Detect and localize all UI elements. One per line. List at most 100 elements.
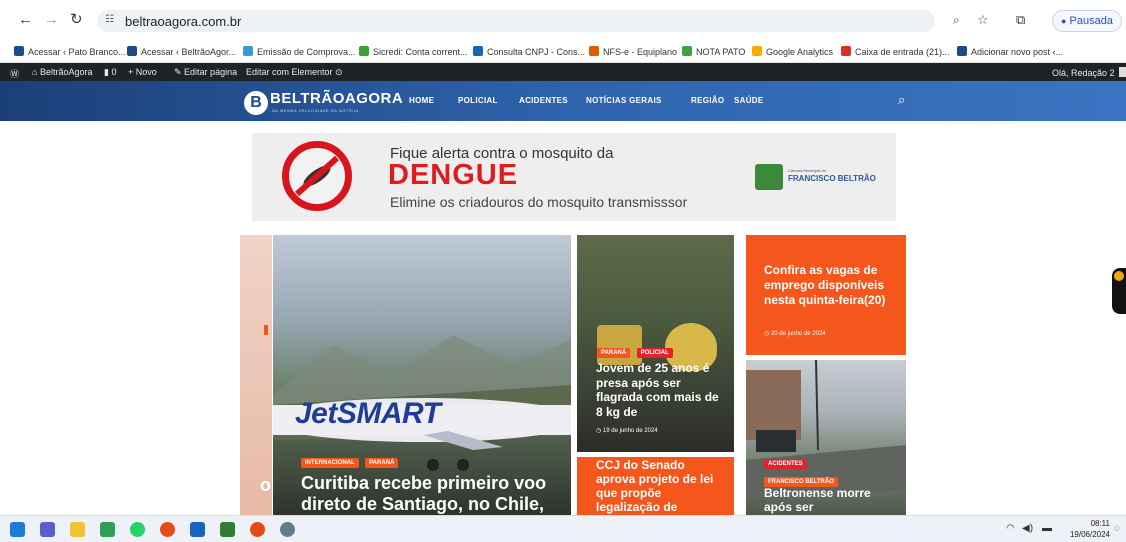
bookmark-favicon-icon bbox=[359, 46, 369, 56]
municipal-seal-icon bbox=[755, 164, 783, 190]
carousel-prev-slide[interactable]: o bbox=[240, 235, 272, 515]
bookmark-item[interactable]: Acessar ‹ BeltrãoAgor... bbox=[127, 46, 236, 57]
site-logo-icon[interactable]: B bbox=[244, 91, 268, 115]
featured-headline[interactable]: Curitiba recebe primeiro voo direto de S… bbox=[301, 473, 569, 515]
admin-account-link[interactable]: Olá, Redação 2 bbox=[1052, 67, 1126, 78]
teams-icon[interactable] bbox=[40, 522, 55, 537]
bookmark-favicon-icon bbox=[243, 46, 253, 56]
bookmark-item[interactable]: Adicionar novo post ‹... bbox=[957, 46, 1063, 57]
article-headline[interactable]: CCJ do Senado aprova projeto de lei que … bbox=[596, 458, 726, 514]
bookmark-item[interactable]: Sicredi: Conta corrent... bbox=[359, 46, 468, 57]
bookmark-favicon-icon bbox=[752, 46, 762, 56]
clock-icon: ◷ bbox=[596, 428, 603, 434]
nav-home[interactable]: HOME bbox=[409, 96, 434, 105]
drive-icon[interactable] bbox=[100, 522, 115, 537]
reload-icon[interactable]: ↻ bbox=[70, 12, 83, 28]
prev-slide-letter: o bbox=[260, 475, 271, 495]
start-menu-icon[interactable] bbox=[10, 522, 25, 537]
address-bar[interactable]: ☷ beltraoagora.com.br ⌕ ☆ bbox=[97, 10, 989, 32]
notification-bell-icon[interactable]: ◌ bbox=[1114, 523, 1120, 534]
bookmark-favicon-icon bbox=[957, 46, 967, 56]
url-text[interactable]: beltraoagora.com.br bbox=[125, 14, 241, 29]
article-card[interactable]: Confira as vagas de emprego disponíveis … bbox=[746, 235, 906, 355]
chrome-icon[interactable] bbox=[160, 522, 175, 537]
site-logo-text[interactable]: BELTRÃOAGORA bbox=[270, 90, 403, 107]
bookmark-favicon-icon bbox=[127, 46, 137, 56]
banner-org: FRANCISCO BELTRÃO bbox=[788, 174, 876, 183]
tag-badge[interactable]: POLICIAL bbox=[636, 348, 673, 358]
file-explorer-icon[interactable] bbox=[70, 522, 85, 537]
plane-livery-text: JetSMART bbox=[295, 397, 441, 430]
bookmark-favicon-icon bbox=[682, 46, 692, 56]
search-icon[interactable]: ⌕ bbox=[898, 92, 905, 108]
bookmark-item[interactable]: Acessar ‹ Pato Branco... bbox=[14, 46, 126, 57]
system-clock[interactable]: 08:11 19/06/2024 bbox=[1064, 518, 1110, 540]
sheets-icon[interactable] bbox=[220, 522, 235, 537]
nav-noticias-gerais[interactable]: NOTÍCIAS GERAIS bbox=[586, 96, 662, 105]
banner-highlight: DENGUE bbox=[388, 159, 519, 191]
volume-icon[interactable]: ◀) bbox=[1022, 523, 1033, 534]
profile-icon: ● bbox=[1061, 16, 1067, 26]
nav-regiao[interactable]: REGIÃO bbox=[691, 96, 724, 105]
side-widget-tab[interactable] bbox=[1112, 268, 1126, 314]
settings-gear-icon[interactable] bbox=[280, 522, 295, 537]
chrome-profile-icon[interactable] bbox=[250, 522, 265, 537]
wordpress-logo-icon[interactable]: Ⓦ bbox=[10, 67, 19, 80]
plus-icon: + bbox=[128, 67, 136, 77]
article-card[interactable]: CCJ do Senado aprova projeto de lei que … bbox=[577, 457, 734, 515]
admin-edit-page-link[interactable]: ✎ Editar página bbox=[174, 67, 237, 78]
tag-badge[interactable]: PARANÁ bbox=[597, 348, 631, 358]
wifi-icon[interactable]: ◠ bbox=[1006, 523, 1015, 534]
bookmark-item[interactable]: NOTA PATO bbox=[682, 46, 745, 57]
outlook-icon[interactable] bbox=[190, 522, 205, 537]
site-logo-tagline: NA MESMA VELOCIDADE DA NOTÍCIA bbox=[272, 108, 359, 113]
whatsapp-icon[interactable] bbox=[130, 522, 145, 537]
article-tags: ACIDENTES FRANCISCO BELTRÃO bbox=[764, 452, 840, 488]
bookmark-item[interactable]: Emissão de Comprova... bbox=[243, 46, 356, 57]
profile-button[interactable]: ● Pausada bbox=[1052, 10, 1122, 32]
home-icon: ⌂ bbox=[32, 67, 40, 77]
battery-icon[interactable]: ▬ bbox=[1042, 523, 1052, 534]
admin-comments-link[interactable]: ▮ 0 bbox=[104, 67, 116, 78]
bookmark-item[interactable]: NFS-e - Equiplano bbox=[589, 46, 677, 57]
nav-policial[interactable]: POLICIAL bbox=[458, 96, 498, 105]
site-header: B BELTRÃOAGORA NA MESMA VELOCIDADE DA NO… bbox=[0, 81, 1126, 121]
bookmark-item[interactable]: Google Analytics bbox=[752, 46, 833, 57]
site-info-icon[interactable]: ☷ bbox=[105, 14, 119, 28]
bookmark-favicon-icon bbox=[589, 46, 599, 56]
admin-site-link[interactable]: ⌂ BeltrãoAgora bbox=[32, 67, 92, 77]
bookmark-item[interactable]: Consulta CNPJ - Cons... bbox=[473, 46, 585, 57]
banner-org-small: Câmara Municipal de bbox=[788, 168, 826, 173]
admin-elementor-link[interactable]: Editar com Elementor ⊙ bbox=[246, 67, 343, 78]
article-headline[interactable]: Confira as vagas de emprego disponíveis … bbox=[764, 263, 899, 308]
os-taskbar: ◠ ◀) ▬ 08:11 19/06/2024 ◌ bbox=[0, 515, 1126, 542]
article-card[interactable]: PARANÁ POLICIAL Jovem de 25 anos é presa… bbox=[577, 235, 734, 452]
article-card[interactable]: ACIDENTES FRANCISCO BELTRÃO Beltronense … bbox=[746, 360, 906, 515]
article-headline[interactable]: Beltronense morre após ser bbox=[764, 486, 899, 514]
article-tags: PARANÁ POLICIAL bbox=[597, 341, 675, 359]
article-date: ◷ 20 de junho de 2024 bbox=[764, 331, 826, 337]
featured-tags: INTERNACIONAL PARANÁ bbox=[301, 451, 400, 469]
clock-time: 08:11 bbox=[1090, 519, 1110, 528]
back-arrow-icon[interactable]: ← bbox=[18, 12, 33, 28]
nav-acidentes[interactable]: ACIDENTES bbox=[519, 96, 568, 105]
profile-label: Pausada bbox=[1069, 15, 1113, 27]
tag-badge[interactable]: PARANÁ bbox=[365, 458, 399, 468]
dengue-ad-banner[interactable]: Fique alerta contra o mosquito da DENGUE… bbox=[252, 133, 896, 221]
admin-new-link[interactable]: + Novo bbox=[128, 67, 157, 77]
forward-arrow-icon[interactable]: → bbox=[44, 12, 59, 28]
pencil-icon: ✎ bbox=[174, 67, 185, 77]
article-date: ◷ 19 de junho de 2024 bbox=[596, 428, 658, 434]
bookmark-item[interactable]: Caixa de entrada (21)... bbox=[841, 46, 950, 57]
bookmark-favicon-icon bbox=[841, 46, 851, 56]
zoom-icon[interactable]: ⌕ bbox=[953, 13, 960, 28]
tag-badge[interactable]: ACIDENTES bbox=[764, 459, 807, 469]
tag-badge[interactable]: INTERNACIONAL bbox=[301, 458, 359, 468]
mosquito-prohibited-icon bbox=[282, 141, 352, 211]
article-headline[interactable]: Jovem de 25 anos é presa após ser flagra… bbox=[596, 361, 726, 419]
bookmark-star-icon[interactable]: ☆ bbox=[977, 12, 989, 28]
nav-saude[interactable]: SAÚDE bbox=[734, 96, 764, 105]
featured-article-card[interactable]: JetSMART INTERNACIONAL PARANÁ Curitiba r… bbox=[273, 235, 571, 515]
slider-indicator bbox=[264, 325, 268, 335]
extensions-icon[interactable]: ⧉ bbox=[1016, 12, 1025, 28]
